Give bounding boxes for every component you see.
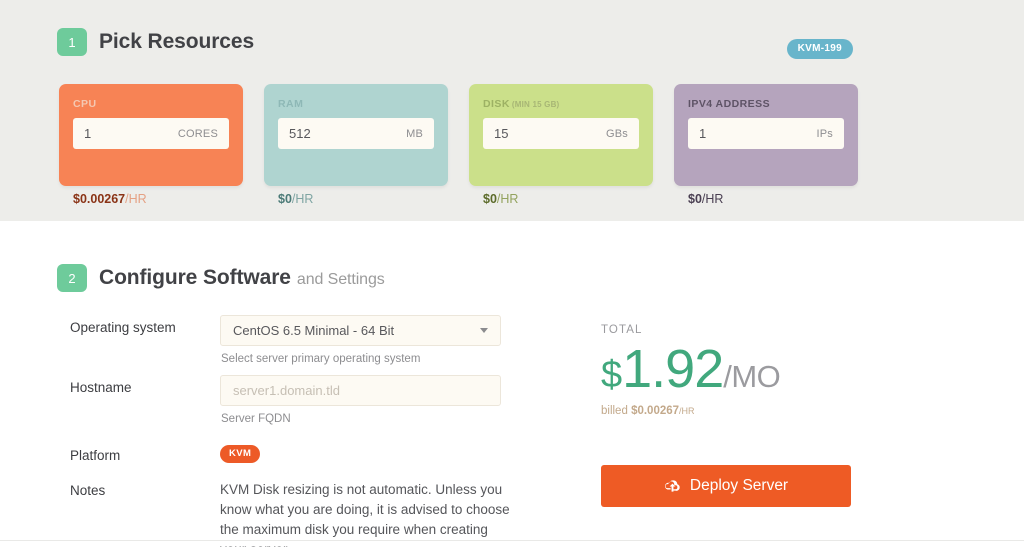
- server-configurator-page: 1 Pick Resources KVM-199 CPU 1 CORES $0.…: [0, 0, 1024, 547]
- disk-input-value: 15: [494, 126, 509, 141]
- form-row-notes: Notes KVM Disk resizing is not automatic…: [70, 478, 510, 547]
- billed-note: billed $0.00267/HR: [601, 405, 780, 417]
- ipv4-input-unit: IPs: [816, 127, 833, 140]
- total-amount: 1.92: [622, 339, 724, 399]
- ram-price-period: /HR: [291, 192, 314, 206]
- ram-input-unit: MB: [406, 127, 423, 140]
- deploy-server-button[interactable]: Deploy Server: [601, 465, 851, 507]
- step-2-title-sub: and Settings: [296, 271, 385, 288]
- cpu-input-value: 1: [84, 126, 92, 141]
- resource-cards: CPU 1 CORES $0.00267/HR RAM 512 MB $0/HR…: [59, 84, 858, 206]
- total-price: $ 1.92 /MO: [601, 339, 781, 399]
- cpu-price-amount: $0.00267: [73, 192, 126, 206]
- resource-card-cpu: CPU 1 CORES $0.00267/HR: [59, 84, 243, 206]
- resource-card-ipv4: IPV4 ADDRESS 1 IPs $0/HR: [674, 84, 858, 206]
- notes-label: Notes: [70, 483, 106, 498]
- total-label: TOTAL: [601, 324, 643, 336]
- ipv4-card-label: IPV4 ADDRESS: [688, 98, 771, 110]
- billed-prefix: billed: [601, 405, 632, 417]
- ram-input-value: 512: [289, 126, 311, 141]
- notes-text: KVM Disk resizing is not automatic. Unle…: [220, 482, 510, 547]
- cpu-input-unit: CORES: [177, 127, 218, 140]
- ram-card-label: RAM: [278, 98, 304, 110]
- cloud-upload-icon: [664, 479, 681, 493]
- hostname-help: Server FQDN: [221, 413, 291, 425]
- disk-price-period: /HR: [496, 192, 519, 206]
- step-2-header: 2 Configure Software and Settings: [57, 264, 385, 292]
- form-row-operating-system: Operating system CentOS 6.5 Minimal - 64…: [70, 315, 501, 365]
- operating-system-help: Select server primary operating system: [221, 353, 421, 365]
- ipv4-price-amount: $0: [688, 192, 702, 206]
- bottom-divider: [0, 540, 1024, 541]
- total-currency-symbol: $: [601, 354, 623, 396]
- step-1-header: 1 Pick Resources: [57, 28, 254, 56]
- billed-period: /HR: [679, 406, 695, 416]
- disk-price-amount: $0: [483, 192, 497, 206]
- hostname-input[interactable]: server1.domain.tld: [220, 375, 501, 406]
- resource-card-disk: DISK (MIN 15 GB) 15 GBs $0/HR: [469, 84, 653, 206]
- operating-system-selected-value: CentOS 6.5 Minimal - 64 Bit: [233, 323, 395, 338]
- deploy-server-label: Deploy Server: [689, 477, 789, 494]
- form-row-platform: Platform KVM: [70, 443, 261, 463]
- form-row-hostname: Hostname server1.domain.tld Server FQDN: [70, 375, 501, 425]
- step-2-title: Configure Software and Settings: [99, 266, 385, 289]
- disk-price: $0/HR: [483, 192, 518, 206]
- resource-card-ram: RAM 512 MB $0/HR: [264, 84, 448, 206]
- step-2-number-badge: 2: [57, 264, 87, 292]
- plan-badge: KVM-199: [786, 39, 853, 59]
- cpu-price-period: /HR: [125, 192, 147, 206]
- disk-card-label: DISK (MIN 15 GB): [483, 98, 560, 110]
- step-1-number-badge: 1: [57, 28, 87, 56]
- cpu-price: $0.00267/HR: [73, 192, 147, 206]
- operating-system-label: Operating system: [70, 320, 176, 335]
- ipv4-input[interactable]: 1 IPs: [688, 118, 844, 149]
- disk-input-unit: GBs: [606, 127, 628, 140]
- hostname-label: Hostname: [70, 380, 132, 395]
- ram-price-amount: $0: [278, 192, 292, 206]
- ipv4-input-value: 1: [699, 126, 707, 141]
- total-period: /MO: [723, 359, 781, 394]
- ram-price: $0/HR: [278, 192, 313, 206]
- cpu-input[interactable]: 1 CORES: [73, 118, 229, 149]
- ram-input[interactable]: 512 MB: [278, 118, 434, 149]
- chevron-down-icon: [480, 328, 488, 333]
- operating-system-select[interactable]: CentOS 6.5 Minimal - 64 Bit: [220, 315, 501, 346]
- ipv4-price-period: /HR: [701, 192, 724, 206]
- ipv4-price: $0/HR: [688, 192, 723, 206]
- platform-label: Platform: [70, 448, 121, 463]
- total-summary: TOTAL $ 1.92 /MO billed $0.00267/HR: [601, 324, 781, 417]
- cpu-card-label: CPU: [73, 98, 97, 110]
- step-1-title: Pick Resources: [99, 30, 255, 53]
- disk-card-label-sub: (MIN 15 GB): [511, 100, 560, 109]
- platform-badge: KVM: [220, 445, 261, 463]
- billed-amount: $0.00267: [631, 405, 680, 417]
- disk-input[interactable]: 15 GBs: [483, 118, 639, 149]
